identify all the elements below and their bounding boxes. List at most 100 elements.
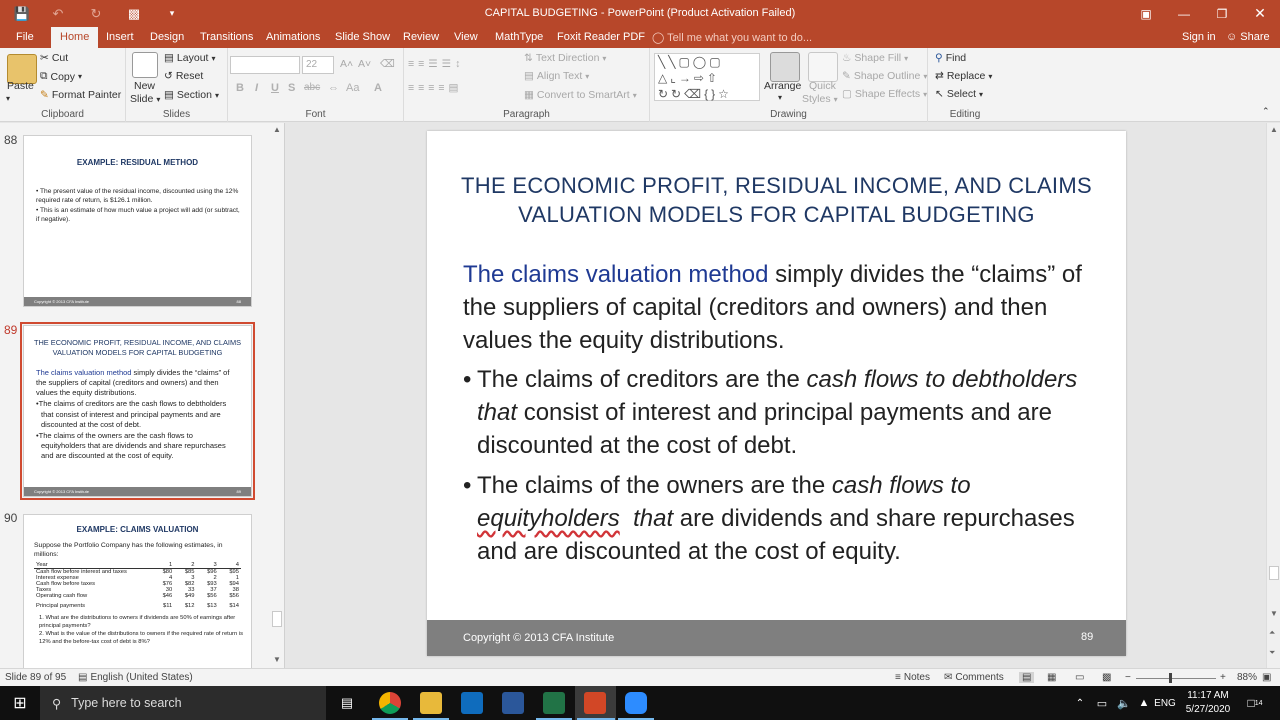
collapse-ribbon-icon[interactable]: ⌃ [1262,106,1270,117]
format-painter-button[interactable]: ✎ Format Painter [40,89,121,101]
task-view-icon[interactable]: ▤ [330,686,364,720]
sign-in-link[interactable]: Sign in [1182,31,1216,43]
chrome-icon[interactable] [379,692,401,714]
zoom-slider-thumb[interactable] [1169,673,1172,683]
change-case-icon[interactable]: Aa [346,82,359,94]
slide-show-icon[interactable]: ▩ [1102,672,1111,683]
scroll-up-icon[interactable]: ▲ [273,125,281,134]
excel-icon[interactable] [543,692,565,714]
convert-smartart-button[interactable]: ▦ Convert to SmartArt ▾ [524,89,637,101]
replace-button[interactable]: ⇄ Replace ▾ [935,70,992,82]
tab-insert[interactable]: Insert [106,27,134,48]
paste-dropdown-icon[interactable]: ▾ [6,94,10,103]
arrange-button[interactable]: Arrange [764,80,801,92]
outlook-icon[interactable] [461,692,483,714]
quick-styles-button[interactable]: Styles ▾ [802,93,838,105]
new-slide-label-1[interactable]: New [134,80,155,92]
show-hidden-icons-icon[interactable]: ⌃ [1070,686,1090,720]
increase-font-icon[interactable]: A˄ [340,58,353,70]
zoom-slider[interactable] [1136,678,1216,679]
wifi-icon[interactable]: ▲ [1134,686,1154,720]
slide-title[interactable]: THE ECONOMIC PROFIT, RESIDUAL INCOME, AN… [427,171,1126,229]
editor-vertical-scrollbar[interactable]: ▲ ▼ ⏶ ⏷ [1266,123,1280,668]
clear-formatting-icon[interactable]: ⌫ [380,58,395,70]
zoom-app-icon[interactable] [625,692,647,714]
select-button[interactable]: ↖ Select ▾ [935,88,983,100]
comments-button[interactable]: ✉ Comments [944,672,1004,683]
next-slide-icon[interactable]: ⏷ [1269,648,1275,658]
shadow-button[interactable]: S [288,82,295,94]
shape-outline-button[interactable]: ✎ Shape Outline ▾ [842,70,927,82]
alignment-buttons-icon[interactable]: ≡≡≡≡▤ [408,82,462,94]
slide-intro-paragraph[interactable]: The claims valuation method simply divid… [463,258,1093,357]
share-button[interactable]: ☺ Share [1226,31,1270,43]
cut-button[interactable]: ✂ Cut [40,52,68,64]
input-language[interactable]: ENG [1153,686,1177,720]
new-slide-button[interactable]: Slide ▾ [130,93,160,105]
battery-icon[interactable]: ▭ [1092,686,1112,720]
notes-button[interactable]: ≡ Notes [895,672,930,683]
zoom-out-icon[interactable]: − [1125,672,1131,683]
normal-view-icon[interactable]: ▤ [1019,672,1035,683]
thumbnail-scrollbar-thumb[interactable] [272,611,282,627]
layout-button[interactable]: ▤ Layout ▾ [164,52,215,64]
editor-scrollbar-thumb[interactable] [1269,566,1279,580]
underline-button[interactable]: U [271,82,279,94]
new-slide-icon[interactable] [132,52,158,78]
tab-file[interactable]: File [16,27,34,48]
language-status[interactable]: ▤ English (United States) [78,672,193,683]
taskbar-search-box[interactable]: ⚲ Type here to search [40,686,326,720]
quick-styles-icon[interactable] [808,52,838,82]
arrange-icon[interactable] [770,52,800,82]
scroll-down-icon[interactable]: ▼ [273,655,281,664]
fit-to-window-icon[interactable]: ▣ [1262,672,1271,683]
arrange-dropdown-icon[interactable]: ▾ [778,93,782,102]
close-button[interactable]: ✕ [1242,0,1278,27]
previous-slide-icon[interactable]: ⏶ [1269,628,1275,638]
bold-button[interactable]: B [236,82,244,94]
font-size-input[interactable]: 22 [302,56,334,74]
slide-thumbnail-90[interactable]: EXAMPLE: CLAIMS VALUATION Suppose the Po… [23,514,252,668]
powerpoint-icon[interactable] [584,692,606,714]
clock[interactable]: 11:17 AM 5/27/2020 [1180,686,1236,720]
tab-animations[interactable]: Animations [266,27,320,48]
file-explorer-icon[interactable] [420,692,442,714]
strikethrough-button[interactable]: abc [304,82,320,93]
copy-button[interactable]: ⧉ Copy ▾ [40,70,82,83]
tab-home[interactable]: Home [51,27,99,48]
text-direction-button[interactable]: ⇅ Text Direction ▾ [524,52,606,64]
slide-thumbnail-88[interactable]: EXAMPLE: RESIDUAL METHOD • The present v… [23,135,252,307]
section-button[interactable]: ▤ Section ▾ [164,89,219,101]
font-name-input[interactable] [230,56,300,74]
volume-icon[interactable]: 🔈 [1114,686,1134,720]
italic-button[interactable]: I [255,82,258,94]
decrease-font-icon[interactable]: A˅ [358,58,371,70]
notification-center-icon[interactable]: □ 14 [1240,686,1270,720]
tab-slide-show[interactable]: Slide Show [335,27,390,48]
tab-design[interactable]: Design [150,27,184,48]
shape-fill-button[interactable]: ♨ Shape Fill ▾ [842,52,908,64]
ribbon-display-options-icon[interactable]: ▣ [1128,0,1164,27]
tab-foxit-reader-pdf[interactable]: Foxit Reader PDF [557,27,645,48]
slide-bullet-owners[interactable]: • The claims of the owners are the cash … [463,469,1103,568]
current-slide[interactable]: THE ECONOMIC PROFIT, RESIDUAL INCOME, AN… [427,131,1126,656]
slide-counter[interactable]: Slide 89 of 95 [5,672,66,683]
thumbnail-scrollbar[interactable]: ▲ ▼ [270,123,284,668]
find-button[interactable]: ⚲ Find [935,52,966,64]
paste-button[interactable]: Paste [7,80,34,92]
windows-start-icon[interactable]: ⊞ [0,686,40,720]
font-color-icon[interactable]: A [374,82,382,94]
tab-review[interactable]: Review [403,27,439,48]
shape-effects-button[interactable]: ▢ Shape Effects ▾ [842,88,927,100]
slide-sorter-icon[interactable]: ▦ [1047,672,1056,683]
tab-transitions[interactable]: Transitions [200,27,253,48]
tab-mathtype[interactable]: MathType [495,27,543,48]
slide-bullet-creditors[interactable]: • The claims of creditors are the cash f… [463,363,1103,462]
scroll-up-icon[interactable]: ▲ [1270,125,1278,134]
zoom-level[interactable]: 88% [1237,672,1257,683]
slide-thumbnail-89[interactable]: THE ECONOMIC PROFIT, RESIDUAL INCOME, AN… [20,322,255,500]
minimize-button[interactable]: — [1166,0,1202,27]
align-text-button[interactable]: ▤ Align Text ▾ [524,70,589,82]
maximize-button[interactable]: ❐ [1204,0,1240,27]
tell-me-box[interactable]: ◯ Tell me what you want to do... [652,31,812,44]
